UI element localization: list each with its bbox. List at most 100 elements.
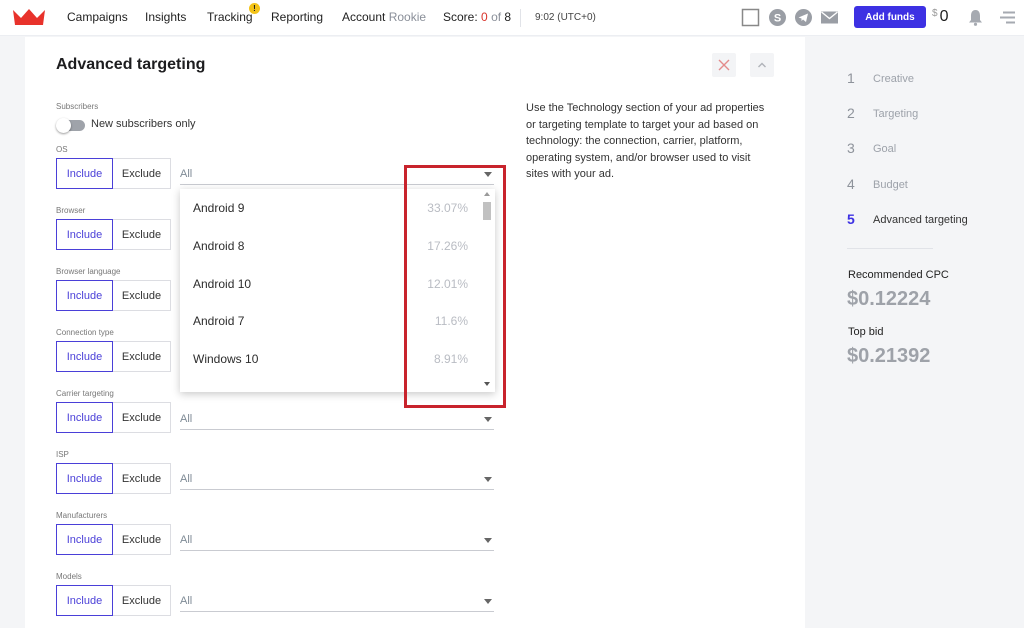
help-text: Use the Technology section of your ad pr…: [526, 102, 765, 180]
browser-exclude-button[interactable]: Exclude: [113, 219, 171, 250]
score-value: 0: [481, 10, 488, 24]
step-label: Budget: [873, 179, 908, 191]
models-exclude-button[interactable]: Exclude: [113, 585, 171, 616]
step-label: Creative: [873, 73, 914, 85]
new-subscribers-label: New subscribers only: [91, 118, 196, 130]
step-number: 1: [847, 70, 855, 86]
balance-value: 0: [939, 8, 949, 25]
browser-language-include-button[interactable]: Include: [56, 280, 113, 311]
step-number: 3: [847, 140, 855, 156]
isp-include-button[interactable]: Include: [56, 463, 113, 494]
close-button[interactable]: [712, 53, 736, 77]
browser-label: Browser: [56, 206, 86, 215]
carrier-targeting-label: Carrier targeting: [56, 389, 114, 398]
mail-icon[interactable]: [820, 8, 839, 27]
nav-campaigns[interactable]: Campaigns: [67, 10, 128, 24]
dropdown-caret-icon: [484, 599, 492, 604]
subscribers-label: Subscribers: [56, 102, 99, 111]
score-label: Score:: [443, 10, 478, 24]
manufacturers-select[interactable]: All: [180, 529, 494, 551]
models-include-button[interactable]: Include: [56, 585, 113, 616]
step-label: Targeting: [873, 108, 919, 120]
connection-type-include-button[interactable]: Include: [56, 341, 113, 372]
nav-insights[interactable]: Insights: [145, 10, 186, 24]
telegram-icon[interactable]: [794, 8, 813, 27]
os-option-name: Android 9: [193, 201, 245, 215]
bell-icon[interactable]: [966, 8, 985, 27]
dropdown-caret-icon: [484, 477, 492, 482]
step-number: 5: [847, 211, 855, 227]
isp-label: ISP: [56, 450, 69, 459]
manufacturers-include-exclude: Include Exclude: [56, 524, 171, 555]
connection-type-label: Connection type: [56, 328, 114, 337]
carrier-exclude-button[interactable]: Exclude: [113, 402, 171, 433]
models-select-value: All: [180, 595, 193, 607]
close-icon: [718, 59, 730, 71]
score-of: of: [491, 10, 502, 24]
browser-language-include-exclude: Include Exclude: [56, 280, 171, 311]
browser-include-button[interactable]: Include: [56, 219, 113, 250]
browser-language-label: Browser language: [56, 267, 121, 276]
chevron-up-icon: [758, 62, 766, 68]
isp-select[interactable]: All: [180, 468, 494, 490]
account-level: Rookie: [388, 10, 427, 24]
step-number: 4: [847, 176, 855, 192]
dropdown-caret-icon: [484, 538, 492, 543]
score-display[interactable]: Score: 0 of 8: [443, 10, 511, 24]
os-option-name: Android 8: [193, 239, 245, 253]
top-bid-value: $0.21392: [847, 345, 931, 367]
connection-type-include-exclude: Include Exclude: [56, 341, 171, 372]
manufacturers-select-value: All: [180, 534, 193, 546]
account-balance: $0: [932, 8, 948, 26]
annotation-highlight-box: [404, 165, 506, 408]
svg-text:S: S: [774, 13, 781, 25]
dropdown-caret-icon: [484, 417, 492, 422]
nav-tracking[interactable]: Tracking: [207, 10, 253, 24]
os-option-name: Android 10: [193, 277, 252, 291]
os-label: OS: [56, 145, 68, 154]
collapse-button[interactable]: [750, 53, 774, 77]
menu-icon[interactable]: [998, 8, 1017, 27]
step-label: Goal: [873, 143, 897, 155]
time-display: 9:02 (UTC+0): [535, 12, 596, 23]
crown-logo-icon[interactable]: [12, 7, 46, 27]
carrier-select-value: All: [180, 413, 193, 425]
recommended-cpc-label: Recommended CPC: [848, 269, 949, 281]
browser-language-exclude-button[interactable]: Exclude: [113, 280, 171, 311]
top-bid-label: Top bid: [848, 326, 884, 338]
tracking-alert-badge: !: [249, 3, 260, 14]
models-select[interactable]: All: [180, 590, 494, 612]
carrier-include-exclude: Include Exclude: [56, 402, 171, 433]
currency-symbol: $: [932, 8, 938, 19]
carrier-include-button[interactable]: Include: [56, 402, 113, 433]
browser-include-exclude: Include Exclude: [56, 219, 171, 250]
toggle-knob: [56, 118, 71, 133]
new-subscribers-toggle[interactable]: [56, 118, 85, 133]
manufacturers-include-button[interactable]: Include: [56, 524, 113, 555]
page-title: Advanced targeting: [56, 56, 206, 73]
nav-divider: [520, 9, 521, 27]
fullscreen-icon[interactable]: [741, 8, 760, 27]
manufacturers-exclude-button[interactable]: Exclude: [113, 524, 171, 555]
os-select-value: All: [180, 168, 193, 180]
advanced-targeting-panel: Advanced targeting Subscribers New subsc…: [25, 37, 805, 628]
isp-exclude-button[interactable]: Exclude: [113, 463, 171, 494]
os-exclude-button[interactable]: Exclude: [113, 158, 171, 189]
nav-reporting[interactable]: Reporting: [271, 10, 323, 24]
account-status[interactable]: Account Rookie: [342, 10, 426, 24]
os-include-button[interactable]: Include: [56, 158, 113, 189]
add-funds-button[interactable]: Add funds: [854, 6, 926, 28]
models-include-exclude: Include Exclude: [56, 585, 171, 616]
manufacturers-label: Manufacturers: [56, 511, 108, 520]
isp-select-value: All: [180, 473, 193, 485]
carrier-select[interactable]: All: [180, 408, 494, 430]
step-label: Advanced targeting: [873, 214, 968, 226]
top-navigation-bar: Campaigns Insights Tracking ! Reporting …: [0, 0, 1024, 36]
os-option-name: Windows 10: [193, 352, 259, 366]
step-number: 2: [847, 105, 855, 121]
score-total: 8: [504, 10, 512, 24]
connection-type-exclude-button[interactable]: Exclude: [113, 341, 171, 372]
os-include-exclude: Include Exclude: [56, 158, 171, 189]
isp-include-exclude: Include Exclude: [56, 463, 171, 494]
skype-icon[interactable]: S: [768, 8, 787, 27]
